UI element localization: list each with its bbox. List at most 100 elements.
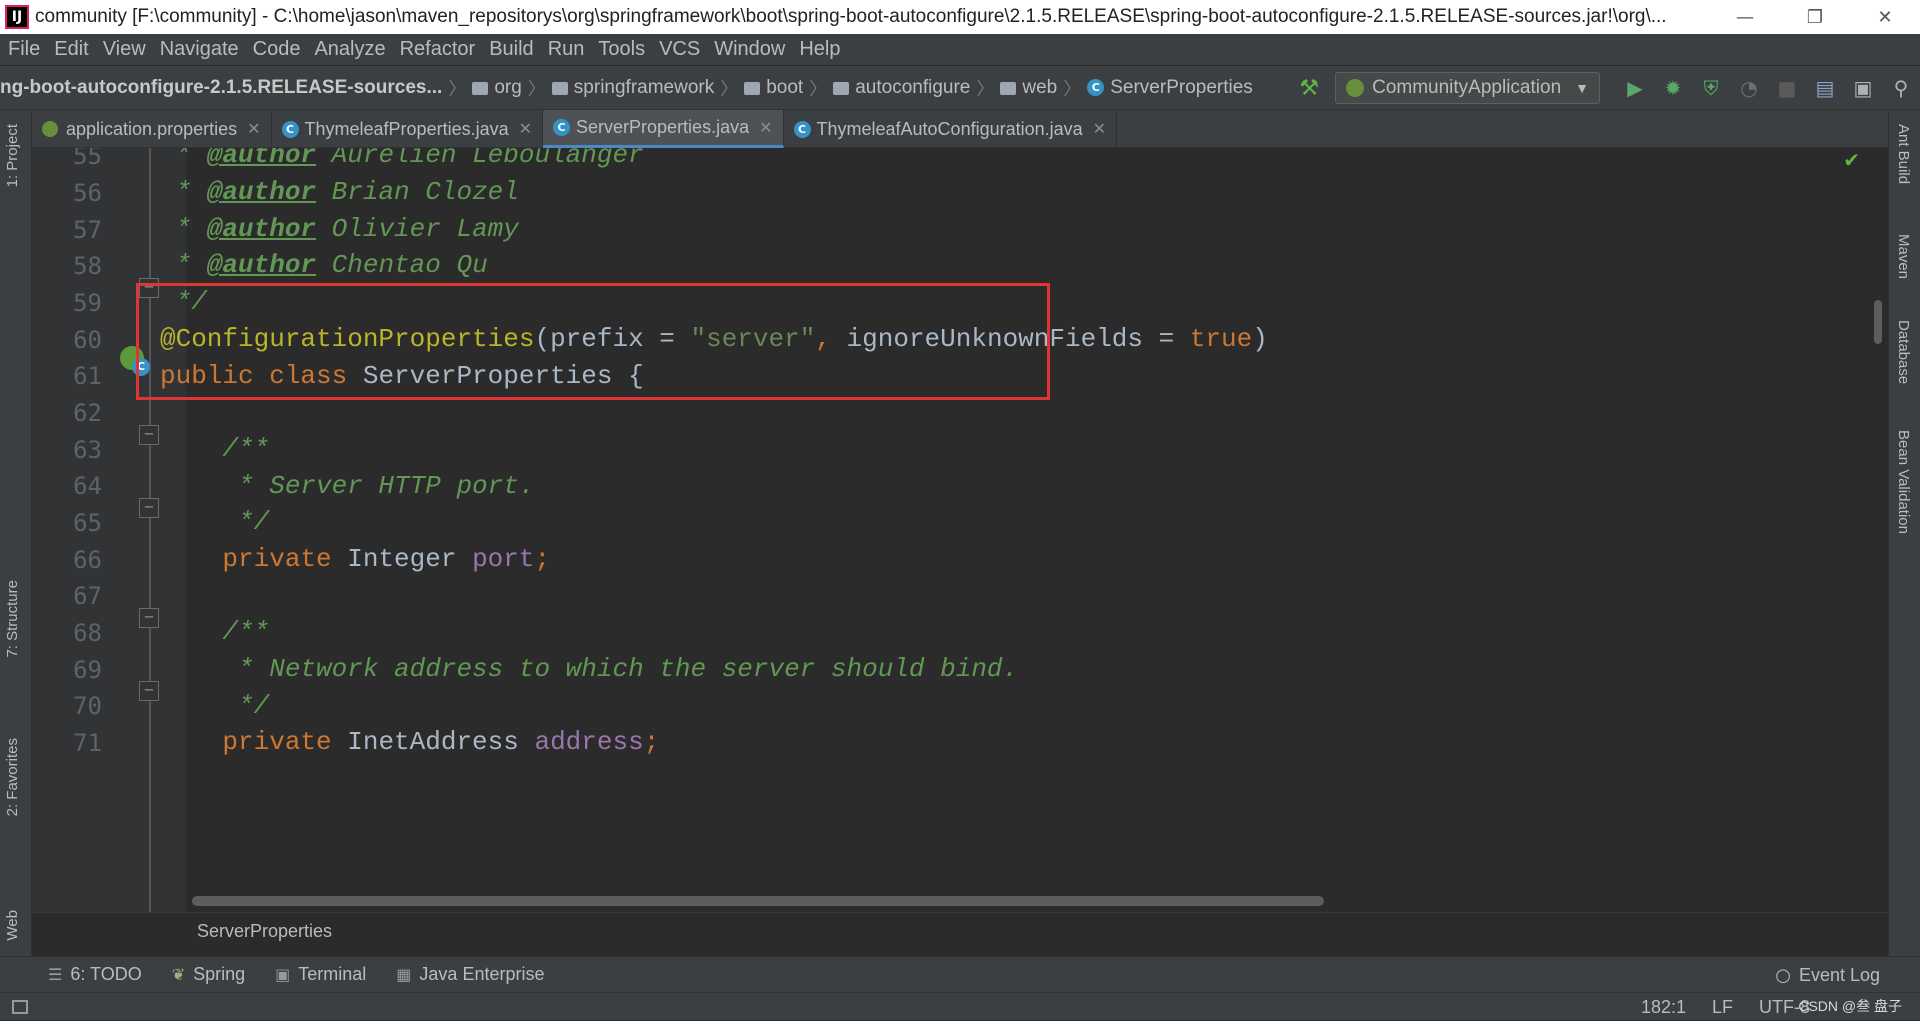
author-name: Olivier Lamy [331,214,519,244]
structure-tool-tab[interactable]: 7: Structure [4,580,21,658]
line-number: 57 [73,216,102,244]
fold-marker[interactable]: − [139,681,159,701]
run-configuration-dropdown[interactable]: CommunityApplication ▼ [1335,72,1600,104]
spring-icon: ❦ [171,965,186,984]
database-tool-tab[interactable]: Database [1895,320,1912,384]
breadcrumb-label: web [1022,76,1058,98]
project-structure-icon[interactable]: ▤ [1811,74,1839,102]
tab-thymeleaf-properties[interactable]: C ThymeleafProperties.java ✕ [272,110,544,148]
restore-button[interactable]: ❐ [1780,0,1850,34]
left-tool-strip: 1: Project 7: Structure 2: Favorites Web [0,110,32,988]
editor-breadcrumb-label[interactable]: ServerProperties [197,921,332,942]
tab-label: ServerProperties.java [576,117,750,137]
breadcrumb-root[interactable]: ng-boot-autoconfigure-2.1.5.RELEASE-sour… [0,77,442,99]
code-editor[interactable]: 55 56 57 58 59 60 61 62 63 64 65 66 67 6… [32,148,1888,912]
menu-file[interactable]: File [8,38,40,61]
run-toolbar: ⚒ CommunityApplication ▼ ▶ ✹ ⛨ ◔ ■ ▤ ▣ ⚲ [1299,66,1920,110]
menu-tools[interactable]: Tools [598,38,645,61]
breadcrumb-autoconfigure[interactable]: autoconfigure [833,77,970,99]
stop-icon[interactable]: ■ [1773,74,1801,102]
minimize-button[interactable]: — [1710,0,1780,34]
menu-vcs[interactable]: VCS [659,38,700,61]
caret-position[interactable]: 182:1 [1641,997,1686,1018]
breadcrumb-current-class[interactable]: C ServerProperties [1087,77,1253,99]
event-log-icon: ○ [1775,964,1791,986]
run-configuration-label: CommunityApplication [1372,77,1562,98]
menu-build[interactable]: Build [489,38,533,61]
maven-tool-tab[interactable]: Maven [1895,234,1912,279]
line-number: 64 [73,472,102,500]
spring-boot-icon [1346,79,1365,97]
menu-navigate[interactable]: Navigate [160,38,239,61]
java-enterprise-tool-button[interactable]: ▦ Java Enterprise [396,964,544,985]
menu-edit[interactable]: Edit [54,38,88,61]
run-icon[interactable]: ▶ [1621,74,1649,102]
breadcrumb-org[interactable]: org [472,77,522,99]
code-line-69: * Network address to which the server sh… [160,654,1018,684]
type-name: InetAddress [347,727,535,757]
profile-icon[interactable]: ◔ [1735,74,1763,102]
web-tool-tab[interactable]: Web [4,910,21,941]
close-icon[interactable]: ✕ [519,119,532,139]
tab-thymeleaf-autoconfiguration[interactable]: C ThymeleafAutoConfiguration.java ✕ [784,110,1118,148]
menu-analyze[interactable]: Analyze [314,38,385,61]
code-line-68: /** [160,617,269,647]
run-with-coverage-icon[interactable]: ⛨ [1697,74,1725,102]
menu-run[interactable]: Run [548,38,585,61]
properties-icon [42,121,58,137]
terminal-tool-button[interactable]: ▣ Terminal [275,964,366,985]
fold-marker[interactable]: − [139,425,159,445]
tab-label: application.properties [66,118,238,139]
breadcrumb-boot[interactable]: boot [744,77,803,99]
debug-icon[interactable]: ✹ [1659,74,1687,102]
ant-build-tool-tab[interactable]: Ant Build [1895,124,1912,184]
breadcrumb-separator: 〉 [809,78,828,99]
fold-guide [149,148,151,912]
tab-application-properties[interactable]: application.properties ✕ [32,110,272,148]
comment: /** [160,617,270,647]
fold-marker[interactable]: − [139,608,159,628]
breadcrumb-label: springframework [573,76,715,98]
menu-refactor[interactable]: Refactor [400,38,476,61]
close-icon[interactable]: ✕ [759,118,772,138]
close-icon[interactable]: ✕ [247,119,260,139]
menu-window[interactable]: Window [714,38,785,61]
code-line-70: */ [160,691,269,721]
close-window-button[interactable]: ✕ [1850,0,1920,34]
todo-tool-button[interactable]: ☰ 6: TODO [48,964,142,985]
menu-code[interactable]: Code [253,38,301,61]
line-separator[interactable]: LF [1712,997,1733,1018]
bean-validation-tool-tab[interactable]: Bean Validation [1895,430,1912,534]
line-number: 58 [73,252,102,280]
spring-tool-button[interactable]: ❦ Spring [172,964,245,985]
breadcrumb-springframework[interactable]: springframework [551,76,715,99]
comment-space [316,148,332,170]
code-line-63: /** [160,434,269,464]
code-line-65: */ [160,507,269,537]
favorites-tool-tab[interactable]: 2: Favorites [4,738,21,816]
code-punct: ; [534,544,551,574]
horizontal-scrollbar[interactable] [192,896,1324,906]
terminal-window-icon[interactable]: ▣ [1849,74,1877,102]
line-number: 56 [73,179,102,207]
build-hammer-icon[interactable]: ⚒ [1299,75,1319,101]
tool-windows-toggle-icon[interactable] [12,999,28,1014]
menu-help[interactable]: Help [799,38,840,61]
project-tool-tab[interactable]: 1: Project [4,124,21,187]
terminal-icon: ▣ [275,965,291,984]
class-icon: C [1087,79,1105,96]
code-line-71: private InetAddress address; [160,727,659,757]
search-icon[interactable]: ⚲ [1887,74,1915,102]
comment-star: * [160,148,207,170]
close-icon[interactable]: ✕ [1093,119,1106,139]
breadcrumb-web[interactable]: web [1000,77,1057,99]
list-icon: ☰ [48,965,63,984]
event-log-button[interactable]: ○ Event Log [1775,957,1880,993]
fold-marker[interactable]: − [139,498,159,518]
code-line-55: * @author Aurélien Leboulanger [160,148,644,170]
menu-view[interactable]: View [103,38,146,61]
code-line-58: * @author Chentao Qu [160,250,488,280]
tab-server-properties[interactable]: C ServerProperties.java ✕ [543,110,784,148]
code-text: ) [1252,324,1268,354]
vertical-scrollbar[interactable] [1874,300,1882,344]
